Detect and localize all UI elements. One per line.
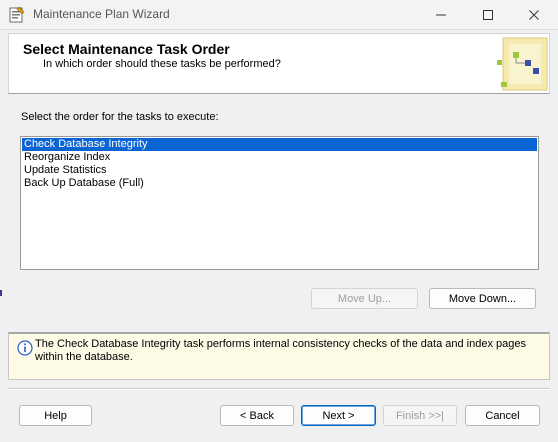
task-list-item[interactable]: Update Statistics: [22, 164, 537, 177]
edge-marker: [0, 290, 2, 296]
wizard-banner-icon: [497, 37, 548, 91]
back-button[interactable]: < Back: [220, 405, 294, 426]
title-bar[interactable]: Maintenance Plan Wizard: [0, 0, 558, 30]
footer-divider: [8, 388, 550, 390]
minimize-icon: [436, 14, 446, 16]
task-order-prompt: Select the order for the tasks to execut…: [21, 111, 219, 123]
close-button[interactable]: [511, 0, 557, 30]
next-button[interactable]: Next >: [301, 405, 376, 426]
close-icon: [529, 10, 539, 20]
info-icon: [17, 340, 33, 356]
move-up-button[interactable]: Move Up...: [311, 288, 418, 309]
help-button[interactable]: Help: [19, 405, 92, 426]
finish-button[interactable]: Finish >>|: [383, 405, 457, 426]
move-down-button[interactable]: Move Down...: [429, 288, 536, 309]
app-icon: [9, 6, 25, 23]
maximize-button[interactable]: [465, 0, 511, 30]
maximize-icon: [483, 10, 493, 20]
task-description-text: The Check Database Integrity task perfor…: [35, 338, 526, 363]
task-order-list[interactable]: Check Database Integrity Reorganize Inde…: [20, 136, 539, 270]
task-description-panel: The Check Database Integrity task perfor…: [8, 332, 550, 380]
wizard-header: Select Maintenance Task Order In which o…: [8, 33, 550, 94]
task-list-item[interactable]: Reorganize Index: [22, 151, 537, 164]
page-subtitle: In which order should these tasks be per…: [43, 58, 281, 70]
window-title: Maintenance Plan Wizard: [33, 7, 170, 21]
minimize-button[interactable]: [418, 0, 464, 30]
task-list-item[interactable]: Back Up Database (Full): [22, 177, 537, 190]
cancel-button[interactable]: Cancel: [465, 405, 540, 426]
page-title: Select Maintenance Task Order: [23, 41, 230, 57]
task-list-item[interactable]: Check Database Integrity: [22, 138, 537, 151]
